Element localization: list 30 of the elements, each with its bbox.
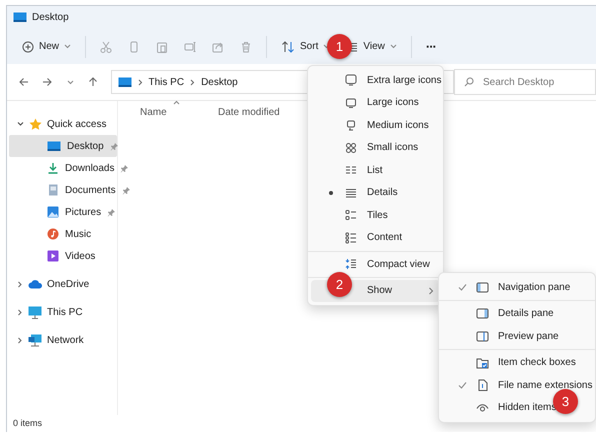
menu-item[interactable]: List bbox=[311, 159, 389, 182]
search-field[interactable]: Search Desktop bbox=[454, 69, 596, 95]
menu-item[interactable]: Navigation pane bbox=[442, 276, 576, 298]
menu-item[interactable]: Large icons bbox=[311, 92, 425, 114]
menu-item[interactable]: Tiles bbox=[311, 204, 394, 226]
column-header[interactable]: Name bbox=[140, 106, 218, 118]
menu-item[interactable]: Details bbox=[311, 182, 404, 204]
more-button[interactable]: ··· bbox=[418, 34, 443, 60]
new-button[interactable]: New bbox=[15, 34, 78, 60]
menu-item[interactable]: File name extensions bbox=[442, 374, 596, 396]
menu-item[interactable]: Preview pane bbox=[442, 325, 565, 348]
menu-item[interactable]: Details pane bbox=[442, 302, 560, 325]
menu-item[interactable]: Item check boxes bbox=[442, 352, 582, 374]
menu-item[interactable]: Small icons bbox=[311, 136, 424, 159]
window-title: Desktop bbox=[32, 12, 69, 23]
status-text: 0 items bbox=[13, 418, 42, 428]
sidebar-item[interactable]: Network bbox=[9, 329, 117, 351]
sidebar-item[interactable]: Quick access bbox=[9, 113, 117, 135]
menu-item[interactable]: Content bbox=[311, 226, 408, 249]
sidebar-item[interactable]: Videos bbox=[9, 245, 117, 267]
sidebar-item[interactable]: Desktop bbox=[9, 135, 117, 157]
menu-item[interactable]: Extra large icons bbox=[311, 69, 448, 92]
sidebar-item[interactable]: OneDrive bbox=[9, 273, 117, 295]
sidebar-item[interactable]: Music bbox=[9, 223, 117, 245]
sidebar-item[interactable]: This PC bbox=[9, 301, 117, 323]
menu-item[interactable]: Medium icons bbox=[311, 114, 435, 136]
sidebar-item[interactable]: Pictures bbox=[9, 201, 117, 223]
sidebar-item[interactable]: Downloads bbox=[9, 157, 117, 179]
column-header[interactable]: Date modified bbox=[218, 106, 296, 118]
sidebar-item[interactable]: Documents bbox=[9, 179, 117, 201]
